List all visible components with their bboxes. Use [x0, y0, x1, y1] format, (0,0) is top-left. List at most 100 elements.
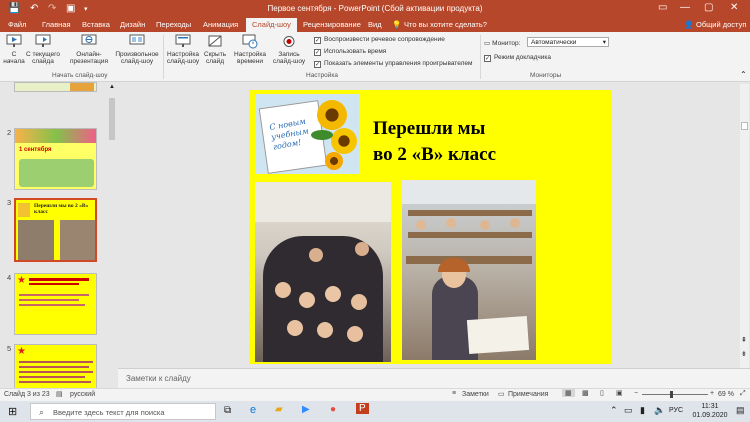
zoom-slider[interactable] — [642, 391, 708, 398]
comments-button[interactable]: Примечания — [508, 391, 548, 398]
zoom-level[interactable]: 69 % — [718, 391, 734, 398]
window-title: Первое сентября - PowerPoint (Сбой актив… — [267, 4, 483, 13]
scrollbar-thumb[interactable] — [741, 122, 748, 130]
notes-button[interactable]: Заметки — [462, 391, 489, 398]
tab-review[interactable]: Рецензирование — [303, 20, 361, 29]
presenter-view-checkbox[interactable]: ✓ Режим докладчика — [484, 54, 551, 62]
setup-slideshow-button[interactable]: Настройка слайд-шоу — [166, 34, 200, 65]
collapse-ribbon-icon[interactable]: ⌃ — [740, 70, 747, 79]
scroll-up-icon[interactable]: ▲ — [109, 84, 115, 90]
show-controls-checkbox[interactable]: ✓ Показать элементы управления проигрыват… — [314, 60, 472, 68]
notifications-icon[interactable]: ▤ — [736, 405, 745, 416]
thumb2-label: 1 сентября — [19, 147, 52, 153]
next-slide-icon[interactable]: ⇟ — [741, 350, 747, 358]
slide-thumbnail-3[interactable]: Перешли мы во 2 «В» класс — [14, 198, 97, 262]
spellcheck-icon[interactable]: ▤ — [56, 390, 63, 398]
current-slide[interactable]: С новым учебным годом! Перешли мы во 2 «… — [249, 90, 612, 364]
monitor-select-value: Автоматически — [531, 39, 577, 46]
narration-label: Воспроизвести речевое сопровождение — [324, 36, 445, 43]
tray-chevron-icon[interactable]: ⌃ — [610, 405, 618, 416]
from-current-button[interactable]: С текущего слайда — [26, 34, 60, 65]
slide-thumbnail-4[interactable]: ★ — [14, 273, 97, 335]
tab-slideshow[interactable]: Слайд-шоу — [246, 18, 297, 32]
scrollbar-thumb[interactable] — [109, 98, 115, 140]
tab-file[interactable]: Файл — [8, 20, 26, 29]
thumbnail-scrollbar[interactable]: ▲ — [108, 84, 116, 384]
file-explorer-icon[interactable]: ▰ — [275, 404, 283, 415]
star-icon: ★ — [17, 275, 26, 286]
setup-slideshow-icon — [175, 34, 191, 47]
slide-thumbnail-1[interactable] — [14, 82, 97, 92]
minimize-button[interactable]: — — [680, 2, 690, 13]
share-button[interactable]: Общий доступ — [696, 20, 746, 29]
slide-sorter-icon[interactable]: ▩ — [582, 389, 589, 397]
task-view-icon[interactable]: ⧉ — [224, 405, 231, 416]
online-presentation-icon — [81, 34, 97, 45]
tab-home[interactable]: Главная — [42, 20, 71, 29]
yandex-browser-icon[interactable]: ● — [330, 404, 336, 415]
slide-scrollbar[interactable]: ⇞ ⇟ — [740, 84, 749, 368]
record-slideshow-button[interactable]: Запись слайд-шоу — [268, 34, 310, 65]
notes-icon[interactable]: ≡ — [452, 390, 456, 397]
greeting-card-image: С новым учебным годом! — [255, 94, 359, 174]
reading-view-icon[interactable]: ▯ — [600, 389, 604, 397]
slide-number: 3 — [7, 198, 12, 207]
tell-me-search[interactable]: Что вы хотите сделать? — [404, 20, 487, 29]
slide-thumbnail-5[interactable]: ★ — [14, 344, 97, 388]
notes-placeholder[interactable]: Заметки к слайду — [126, 374, 191, 383]
comments-icon[interactable]: ▭ — [498, 390, 505, 398]
windows-taskbar: ⊞ ⌕ Введите здесь текст для поиска ⧉ e ▰… — [0, 401, 750, 422]
taskbar-search-box[interactable]: ⌕ Введите здесь текст для поиска — [30, 403, 216, 420]
zoom-slider-handle[interactable] — [670, 391, 673, 398]
normal-view-icon[interactable]: ▦ — [562, 389, 575, 397]
play-from-current-icon — [35, 34, 51, 47]
notes-pane[interactable]: Заметки к слайду — [118, 368, 750, 388]
zoom-in-icon[interactable]: + — [710, 390, 714, 397]
monitor-select[interactable]: Автоматически ▾ — [527, 37, 609, 47]
windows-start-icon[interactable]: ⊞ — [8, 405, 17, 418]
slide-heading-line2[interactable]: во 2 «В» класс — [373, 142, 496, 168]
online-presentation-button[interactable]: Онлайн-презентация — [66, 34, 112, 65]
tab-view[interactable]: Вид — [368, 20, 382, 29]
zoom-app-icon[interactable]: ▶ — [302, 404, 310, 415]
input-language[interactable]: РУС — [669, 407, 683, 414]
close-button[interactable]: ✕ — [730, 2, 738, 13]
chevron-down-icon: ▾ — [602, 39, 606, 46]
clock[interactable]: 11:31 01.09.2020 — [690, 402, 730, 420]
battery-icon[interactable]: ▮ — [640, 405, 645, 416]
clock-icon — [242, 34, 258, 49]
previous-slide-icon[interactable]: ⇞ — [741, 336, 747, 344]
tab-animations[interactable]: Анимация — [203, 20, 238, 29]
slideshow-view-icon[interactable]: ▣ — [616, 389, 623, 397]
rehearse-timings-button[interactable]: Настройка времени — [232, 34, 268, 65]
slide-counter: Слайд 3 из 23 — [4, 391, 50, 398]
volume-icon[interactable]: 🔈 — [654, 405, 665, 416]
tab-design[interactable]: Дизайн — [120, 20, 145, 29]
search-icon: ⌕ — [39, 407, 45, 417]
maximize-button[interactable]: ▢ — [704, 2, 713, 13]
network-icon[interactable]: ▭ — [624, 405, 633, 416]
language-indicator[interactable]: русский — [70, 391, 95, 398]
powerpoint-taskbar-icon[interactable]: P — [356, 403, 369, 414]
narration-checkbox[interactable]: ✓ Воспроизвести речевое сопровождение — [314, 36, 445, 44]
custom-slideshow-button[interactable]: Произвольное слайд-шоу — [114, 34, 160, 65]
ribbon-separator — [163, 35, 164, 79]
edge-browser-icon[interactable]: e — [250, 404, 256, 416]
slide-heading-line1[interactable]: Перешли мы — [373, 116, 496, 142]
zoom-out-icon[interactable]: − — [634, 390, 638, 397]
use-timings-checkbox[interactable]: ✓ Использовать время — [314, 48, 386, 56]
record-icon — [283, 36, 295, 47]
ribbon-display-icon[interactable]: ▭ — [658, 2, 667, 13]
checkbox-checked-icon: ✓ — [314, 37, 321, 44]
from-start-button[interactable]: С начала — [3, 34, 25, 65]
from-current-label: С текущего слайда — [26, 51, 60, 65]
ribbon-tabs: Файл Главная Вставка Дизайн Переходы Ани… — [0, 18, 750, 32]
tab-insert[interactable]: Вставка — [82, 20, 110, 29]
tab-transitions[interactable]: Переходы — [156, 20, 191, 29]
lightbulb-icon: 💡 — [392, 20, 402, 29]
fit-slide-icon[interactable]: ⤢ — [740, 390, 746, 398]
slide-thumbnail-2[interactable]: 1 сентября — [14, 128, 97, 190]
classroom-photo-right — [402, 180, 536, 360]
play-from-start-icon — [6, 34, 22, 47]
hide-slide-button[interactable]: Скрыть слайд — [201, 34, 229, 65]
